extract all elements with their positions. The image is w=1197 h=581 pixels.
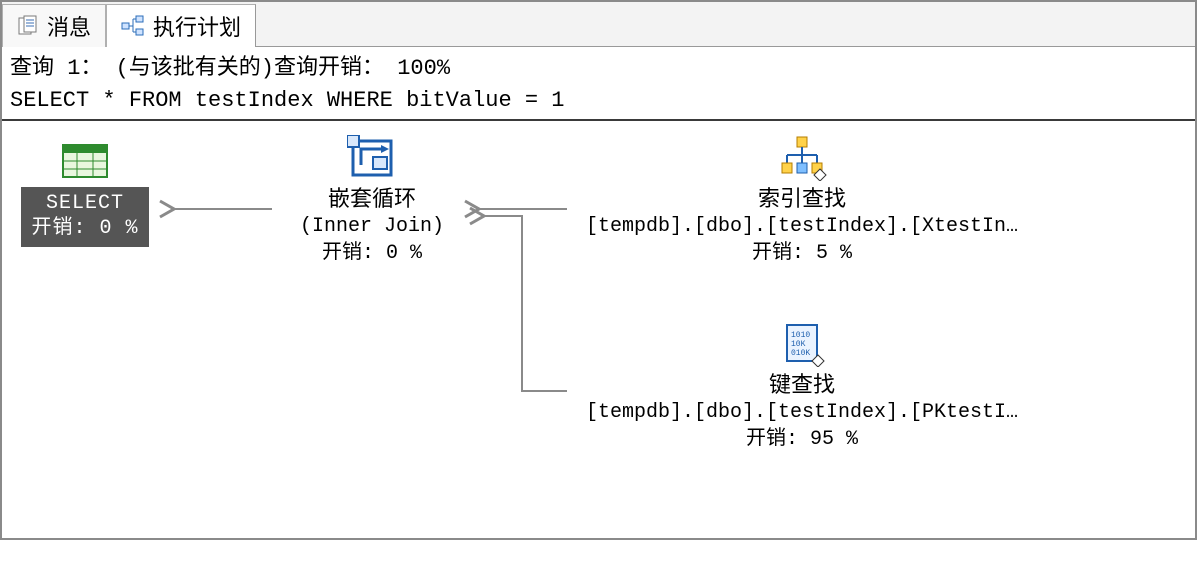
plan-diagram: SELECT 开销: 0 % 嵌套循环 (Inner Join) 开销: 0 %: [2, 121, 1195, 581]
svg-text:010K: 010K: [791, 349, 810, 358]
plan-node-key-lookup[interactable]: 1010 10K 010K 键查找 [tempdb].[dbo].[testIn…: [562, 321, 1042, 454]
tab-plan-label: 执行计划: [153, 10, 241, 42]
index-seek-icon: [562, 135, 1042, 181]
plan-icon: [121, 15, 145, 37]
tab-messages-label: 消息: [47, 10, 91, 42]
select-node-title: SELECT: [31, 191, 138, 216]
tab-bar: 消息 执行计划: [2, 2, 1195, 47]
nested-loop-icon: [262, 135, 482, 181]
select-result-icon: [10, 141, 160, 181]
plan-node-select[interactable]: SELECT 开销: 0 %: [10, 141, 160, 247]
tab-messages[interactable]: 消息: [2, 4, 106, 47]
index-seek-cost: 开销: 5 %: [562, 240, 1042, 267]
query-header: 查询 1： (与该批有关的)查询开销： 100% SELECT * FROM t…: [2, 47, 1195, 121]
svg-text:1010: 1010: [791, 331, 810, 340]
index-seek-title: 索引查找: [562, 187, 1042, 215]
index-seek-subtitle: [tempdb].[dbo].[testIndex].[XtestIn…: [562, 214, 1042, 240]
tab-execution-plan[interactable]: 执行计划: [106, 4, 256, 47]
nested-loop-title: 嵌套循环: [262, 187, 482, 215]
messages-icon: [17, 15, 39, 37]
key-lookup-subtitle: [tempdb].[dbo].[testIndex].[PKtestI…: [562, 400, 1042, 426]
query-sql-line: SELECT * FROM testIndex WHERE bitValue =…: [10, 85, 1187, 117]
query-cost-line: 查询 1： (与该批有关的)查询开销： 100%: [10, 53, 1187, 85]
key-lookup-icon: 1010 10K 010K: [562, 321, 1042, 367]
plan-node-index-seek[interactable]: 索引查找 [tempdb].[dbo].[testIndex].[XtestIn…: [562, 135, 1042, 268]
nested-loop-cost: 开销: 0 %: [262, 240, 482, 267]
key-lookup-cost: 开销: 95 %: [562, 426, 1042, 453]
key-lookup-title: 键查找: [562, 373, 1042, 401]
nested-loop-subtitle: (Inner Join): [262, 214, 482, 240]
execution-plan-pane: 消息 执行计划 查询 1： (与该批有关的)查询开销： 100% SELECT …: [0, 0, 1197, 540]
select-node-cost: 开销: 0 %: [31, 216, 138, 241]
plan-node-nested-loop[interactable]: 嵌套循环 (Inner Join) 开销: 0 %: [262, 135, 482, 268]
svg-text:10K: 10K: [791, 340, 806, 349]
